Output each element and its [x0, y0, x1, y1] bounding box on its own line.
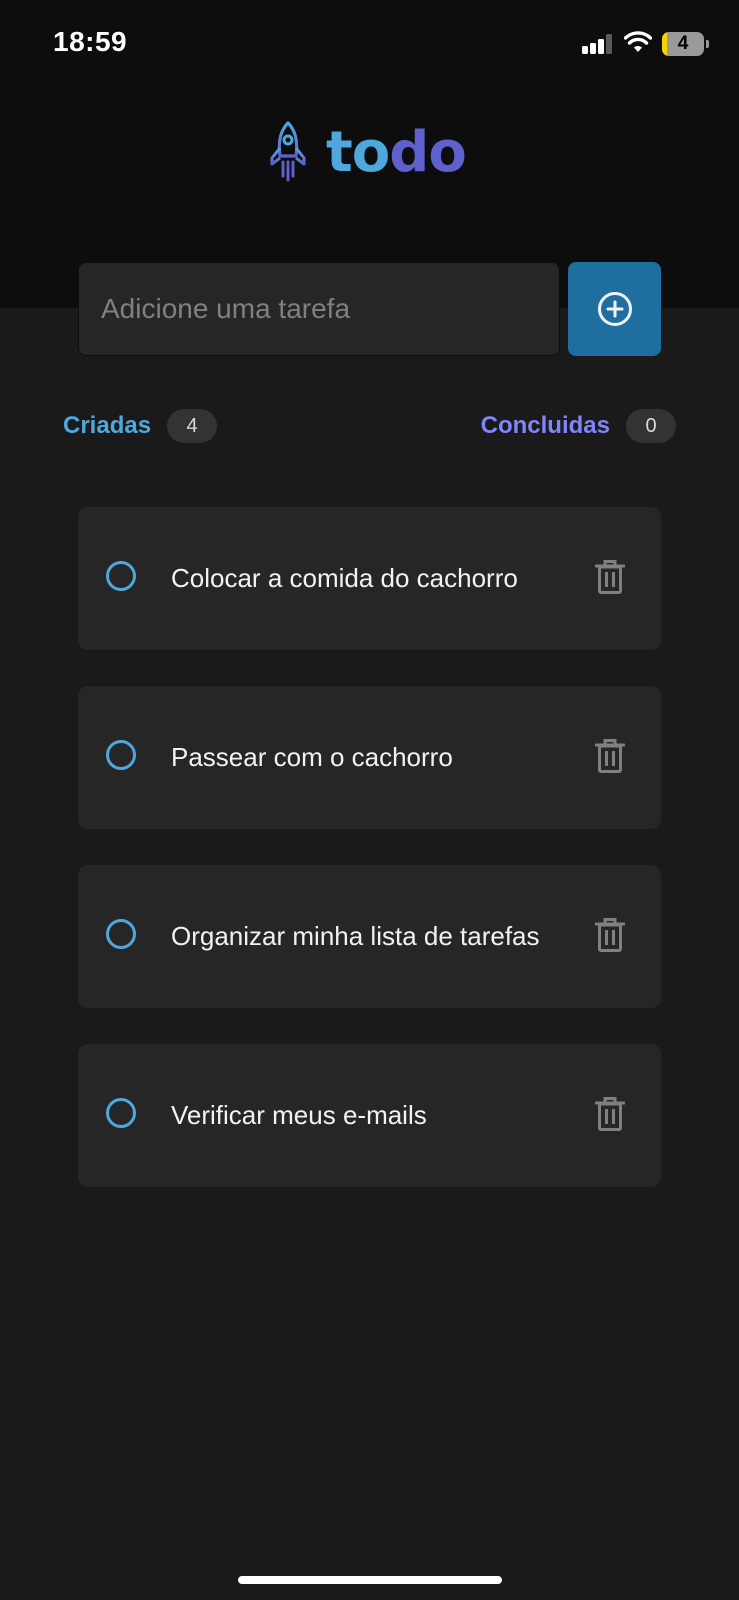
- wifi-icon: [624, 31, 652, 52]
- battery-tip: [706, 40, 709, 48]
- done-label: Concluidas: [480, 412, 610, 439]
- task-checkbox[interactable]: [106, 740, 136, 770]
- task-card: Verificar meus e-mails: [78, 1044, 661, 1187]
- task-text: Passear com o cachorro: [171, 742, 453, 772]
- task-text: Organizar minha lista de tarefas: [171, 921, 540, 951]
- created-label: Criadas: [63, 412, 152, 439]
- add-task-button[interactable]: [568, 262, 661, 356]
- trash-icon[interactable]: [595, 738, 625, 774]
- task-checkbox[interactable]: [106, 919, 136, 949]
- plus-circle-icon: [597, 292, 632, 326]
- task-card: Colocar a comida do cachorro: [78, 507, 661, 650]
- done-counter: Concluidas 0: [481, 408, 676, 444]
- created-count-badge: 4: [167, 409, 218, 443]
- rocket-icon: [270, 121, 306, 182]
- task-checkbox[interactable]: [106, 561, 136, 591]
- battery-icon: 4: [662, 32, 704, 56]
- logo-text-to: to: [326, 120, 390, 185]
- trash-icon[interactable]: [595, 559, 625, 595]
- home-indicator[interactable]: [238, 1576, 502, 1584]
- status-time: 18:59: [53, 26, 128, 57]
- task-card: Passear com o cachorro: [78, 686, 661, 829]
- trash-icon[interactable]: [595, 917, 625, 953]
- done-count-badge: 0: [626, 409, 676, 443]
- created-counter: Criadas 4: [63, 408, 218, 444]
- task-text: Colocar a comida do cachorro: [171, 563, 518, 593]
- new-task-input[interactable]: [78, 262, 560, 356]
- cellular-signal-icon: [582, 34, 614, 54]
- battery-level: 4: [677, 33, 689, 54]
- task-list: Colocar a comida do cachorro Passear com…: [78, 507, 661, 1223]
- task-text: Verificar meus e-mails: [171, 1100, 427, 1130]
- logo-text-do: do: [389, 120, 467, 185]
- trash-icon[interactable]: [595, 1096, 625, 1132]
- task-card: Organizar minha lista de tarefas: [78, 865, 661, 1008]
- app-logo: todo: [266, 118, 467, 188]
- logo-text: todo: [326, 125, 467, 181]
- task-checkbox[interactable]: [106, 1098, 136, 1128]
